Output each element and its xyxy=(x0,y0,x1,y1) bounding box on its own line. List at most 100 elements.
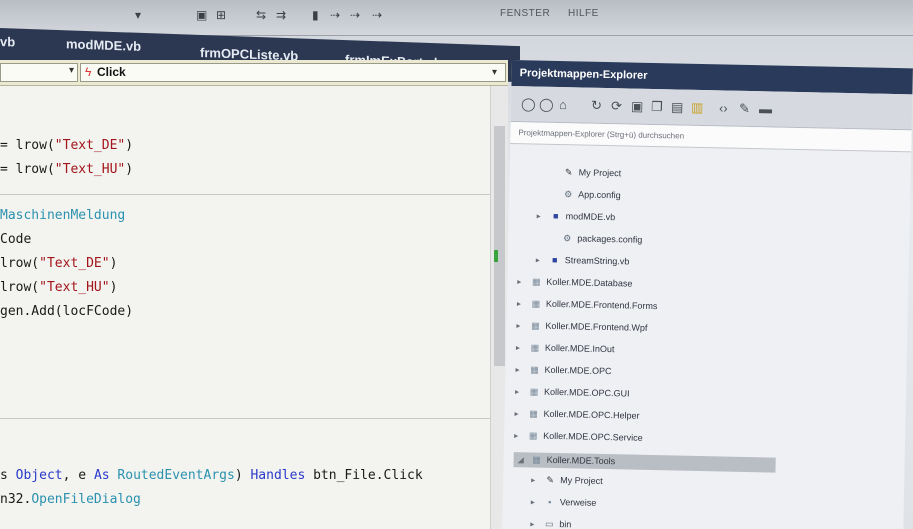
project-icon: ▦ xyxy=(530,342,540,353)
tree-item-label: Koller.MDE.OPC.Helper xyxy=(543,408,640,421)
tree-item[interactable]: ▸ ■ modMDE.vb xyxy=(537,211,616,222)
method-dropdown[interactable]: ϟ Click ▾ xyxy=(80,63,506,82)
chevron-down-icon: ▾ xyxy=(68,65,74,76)
tree-item[interactable]: ▸ ▭ bin xyxy=(530,518,571,529)
solution-explorer: Projektmappen-Explorer ◯ ◯ ⌂ ↻ ⟳ ▣ ❐ ▤ ▥… xyxy=(501,60,913,529)
tree-item-label: packages.config xyxy=(577,233,643,245)
folder-icon: ▭ xyxy=(544,518,554,529)
tree-item[interactable]: ▸ ▦ Koller.MDE.InOut xyxy=(516,342,615,355)
code-line: MaschinenMeldung xyxy=(0,208,126,223)
scrollbar-thumb[interactable] xyxy=(494,126,505,366)
expand-arrow-icon[interactable]: ▸ xyxy=(515,387,527,396)
toolbar-icon-e[interactable]: ⇢ xyxy=(330,8,340,22)
tree-item-label: Koller.MDE.Frontend.Forms xyxy=(545,298,658,312)
expand-arrow-icon[interactable]: ▸ xyxy=(537,212,549,221)
tree-item-label: bin xyxy=(559,519,572,529)
class-dropdown[interactable]: ▾ xyxy=(0,63,78,82)
tree-item-label: My Project xyxy=(560,475,603,486)
code-line: = lrow("Text_DE") xyxy=(0,138,134,153)
tree-item[interactable]: ⚙ packages.config xyxy=(548,233,642,246)
expand-arrow-icon[interactable]: ▸ xyxy=(516,343,528,352)
menu-fenster[interactable]: FENSTER xyxy=(500,8,550,19)
code-line: lrow("Text_HU") xyxy=(0,280,118,295)
refresh-icon[interactable]: ⟳ xyxy=(611,98,622,114)
tree-item-label: Koller.MDE.InOut xyxy=(544,342,615,355)
expand-arrow-icon[interactable]: ▸ xyxy=(515,409,527,418)
home-icon[interactable]: ⌂ xyxy=(559,97,567,112)
project-icon: ▦ xyxy=(531,276,541,287)
expand-arrow-icon[interactable]: ◢ xyxy=(518,455,530,464)
references-icon: ▪ xyxy=(548,496,552,507)
properties-icon[interactable]: ▥ xyxy=(691,100,704,116)
tree-item[interactable]: ▸ ▦ Koller.MDE.Frontend.Wpf xyxy=(516,320,647,334)
expand-arrow-icon[interactable]: ▸ xyxy=(514,431,526,440)
tree-item[interactable]: ⚙ App.config xyxy=(549,189,621,201)
tree-item[interactable]: ✎ My Project xyxy=(550,167,622,179)
vb-module-icon: ■ xyxy=(551,254,558,265)
copy-icon[interactable]: ❐ xyxy=(651,99,663,115)
back-icon[interactable]: ◯ xyxy=(521,96,536,112)
expand-arrow-icon[interactable]: ▸ xyxy=(516,321,528,330)
toolbar-icon-c[interactable]: ⇆ xyxy=(256,8,266,22)
tree-item-label: Koller.MDE.Database xyxy=(546,276,633,289)
menu-hilfe[interactable]: HILFE xyxy=(568,8,599,19)
tree-item[interactable]: ▸ ▪ Verweise xyxy=(531,496,597,508)
code-editor[interactable]: ▾ ϟ Click ▾ = lrow("Text_DE") = lrow("Te… xyxy=(0,60,508,529)
tree-item-label: My Project xyxy=(578,167,622,179)
toolbar-icon-f[interactable]: ⇢ xyxy=(350,8,360,22)
tree-item[interactable]: ▸ ▦ Koller.MDE.OPC.Service xyxy=(514,430,643,444)
expand-arrow-icon[interactable]: ▸ xyxy=(517,277,529,286)
tab-modmde[interactable]: modMDE.vb xyxy=(66,36,141,54)
code-line: Code xyxy=(0,232,32,247)
collapse-icon[interactable]: ▣ xyxy=(631,99,644,115)
tree-item[interactable]: ▸ ▦ Koller.MDE.Database xyxy=(517,276,632,289)
bookmark-icon[interactable]: ▮ xyxy=(312,8,319,22)
sync-icon[interactable]: ↻ xyxy=(591,98,602,114)
code-view-icon[interactable]: ‹› xyxy=(719,100,728,115)
tab-vb[interactable]: vb xyxy=(0,34,15,50)
project-icon: ▦ xyxy=(530,364,539,375)
code-line: lrow("Text_DE") xyxy=(0,256,118,271)
project-icon: ▦ xyxy=(529,386,539,397)
tree-item[interactable]: ▸ ✎ My Project xyxy=(531,474,603,486)
project-icon: ▦ xyxy=(532,454,541,465)
tree-item[interactable]: ▸ ▦ Koller.MDE.OPC.Helper xyxy=(514,408,640,422)
config-file-icon: ⚙ xyxy=(564,189,573,200)
show-all-icon[interactable]: ▤ xyxy=(671,99,684,115)
method-dropdown-value: Click xyxy=(97,65,126,79)
expand-arrow-icon[interactable]: ▸ xyxy=(515,365,527,374)
tree-item[interactable]: ▸ ▦ Koller.MDE.Frontend.Forms xyxy=(517,298,658,312)
project-icon: ▦ xyxy=(529,408,538,419)
pin-icon[interactable]: ▬ xyxy=(759,101,772,116)
tree-item[interactable]: ▸ ■ StreamString.vb xyxy=(536,255,630,267)
toolbar-icon-g[interactable]: ⇢ xyxy=(372,8,382,22)
tree-item[interactable]: ▸ ▦ Koller.MDE.OPC xyxy=(515,364,611,377)
project-icon: ▦ xyxy=(531,320,540,331)
code-line: s Object, e As RoutedEventArgs) Handles … xyxy=(0,468,423,483)
toolbar-icon-a[interactable]: ▾ xyxy=(135,8,141,22)
editor-navigation-bar: ▾ ϟ Click ▾ xyxy=(0,60,508,86)
wrench-icon: ✎ xyxy=(564,167,573,178)
expand-arrow-icon[interactable]: ▸ xyxy=(517,299,529,308)
tree-item[interactable]: ◢ ▦ Koller.MDE.Tools xyxy=(513,452,776,473)
expand-arrow-icon[interactable]: ▸ xyxy=(531,497,543,506)
toolbar-icon-d[interactable]: ⇉ xyxy=(276,8,286,22)
expand-arrow-icon[interactable]: ▸ xyxy=(530,519,542,528)
save-icon[interactable]: ▣ xyxy=(196,8,207,22)
tree-item-label: Koller.MDE.OPC.Service xyxy=(543,430,643,443)
ide-window: ▾ ▣ ⊞ ⇆ ⇉ ▮ ⇢ ⇢ ⇢ FENSTER HILFE vb modMD… xyxy=(0,0,913,529)
wrench-icon: ✎ xyxy=(546,474,555,485)
code-area[interactable]: = lrow("Text_DE") = lrow("Text_HU") Masc… xyxy=(0,90,492,529)
procedure-separator xyxy=(0,418,492,419)
expand-arrow-icon[interactable]: ▸ xyxy=(531,475,543,484)
expand-arrow-icon[interactable]: ▸ xyxy=(536,256,548,265)
forward-icon[interactable]: ◯ xyxy=(539,97,554,113)
code-line: = lrow("Text_HU") xyxy=(0,162,134,177)
tree-item-label: Verweise xyxy=(559,497,597,508)
chevron-down-icon: ▾ xyxy=(491,67,497,78)
event-icon: ϟ xyxy=(85,65,92,79)
tree-item[interactable]: ▸ ▦ Koller.MDE.OPC.GUI xyxy=(515,386,630,399)
wrench-icon[interactable]: ✎ xyxy=(739,101,750,117)
tree-item-label: Koller.MDE.Frontend.Wpf xyxy=(545,320,648,333)
toolbar-icon-b[interactable]: ⊞ xyxy=(216,8,226,22)
